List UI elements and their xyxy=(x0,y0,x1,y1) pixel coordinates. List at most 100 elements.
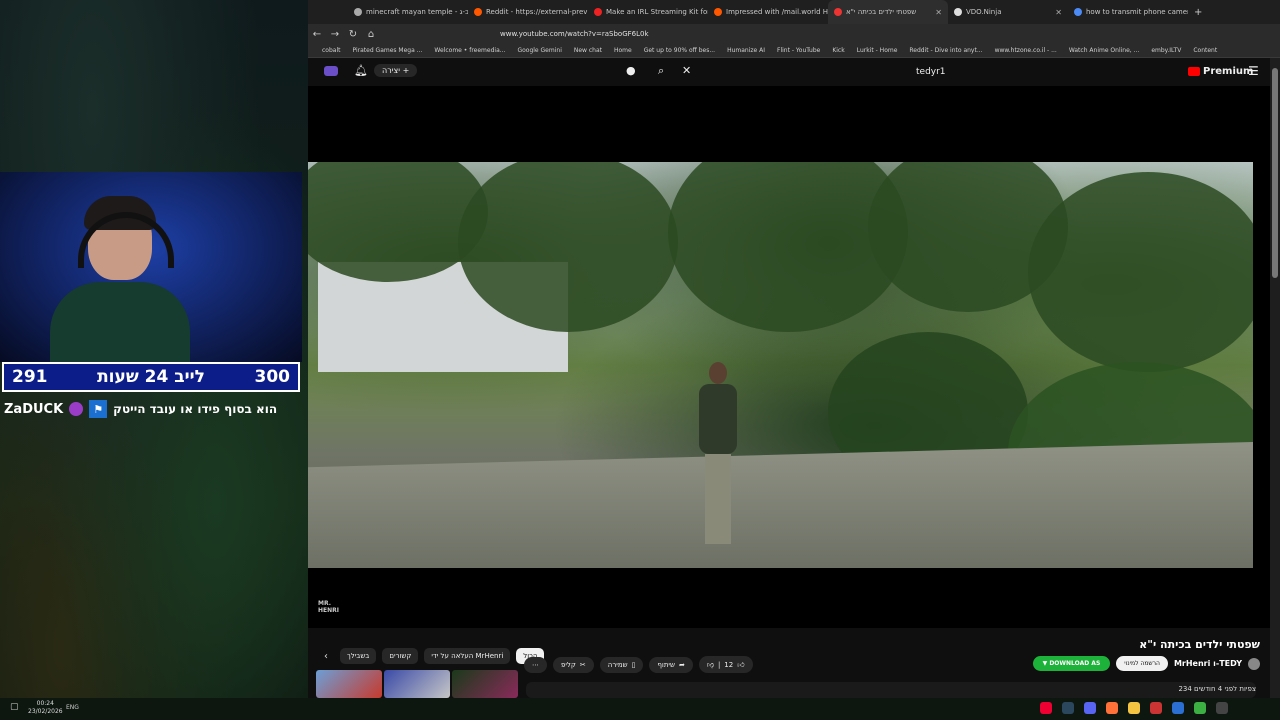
home-icon[interactable]: ⌂ xyxy=(362,29,380,40)
bookmarks-bar: cobalt Pirated Games Mega ... Welcome • … xyxy=(308,44,1280,58)
bookmark[interactable]: Reddit - Dive into anyt... xyxy=(909,47,982,54)
firefox-icon[interactable] xyxy=(1106,702,1118,714)
back-icon[interactable]: ← xyxy=(308,29,326,40)
notifications-icon[interactable]: ▢ xyxy=(10,702,19,712)
youtube-premium-logo[interactable]: Premium xyxy=(1188,66,1253,77)
subscribe-button[interactable]: הרשמה למינוי xyxy=(1116,656,1168,671)
related-thumbnails xyxy=(316,670,518,698)
language-indicator[interactable]: ENG xyxy=(66,704,79,711)
webcam-feed xyxy=(0,172,302,362)
dislike-icon[interactable]: 👎︎ xyxy=(707,660,714,669)
tab-5[interactable]: VDO.Ninja ✕ xyxy=(948,0,1068,24)
channel-watermark: MR. HENRI xyxy=(318,600,339,614)
bookmark[interactable]: Flint - YouTube xyxy=(777,47,820,54)
bookmark[interactable]: emby.ILTV xyxy=(1151,47,1181,54)
like-dislike-button[interactable]: 👎︎ | 12 👍︎ xyxy=(698,656,753,673)
scrollbar-thumb[interactable] xyxy=(1272,68,1278,278)
bookmark[interactable]: cobalt xyxy=(322,47,340,54)
stream-overlay: 291 לייב 24 שעות 300 ZaDUCK ⚑ הוא בסוף פ… xyxy=(0,0,308,720)
close-icon[interactable]: ✕ xyxy=(1055,8,1062,17)
reload-icon[interactable]: ↻ xyxy=(344,29,362,40)
obs-icon[interactable] xyxy=(1150,702,1162,714)
account-avatar[interactable] xyxy=(324,66,338,76)
walking-person xyxy=(693,362,743,552)
bell-icon[interactable]: 🔔︎ xyxy=(354,64,368,77)
share-button[interactable]: שיתוף ➦ xyxy=(649,656,693,673)
tab-6[interactable]: how to transmit phone camera✕ xyxy=(1068,0,1188,24)
menu-icon[interactable]: ☰ xyxy=(1248,64,1259,78)
channel-avatar[interactable] xyxy=(1248,657,1260,670)
share-icon: ➦ xyxy=(678,660,685,669)
bookmark[interactable]: Content xyxy=(1193,47,1217,54)
tab-favicon xyxy=(354,8,362,16)
tab-0[interactable]: minecraft mayan temple - ב-ג✕ xyxy=(348,0,468,24)
url-field[interactable]: www.youtube.com/watch?v=raSboGF6L0k xyxy=(500,30,649,38)
tab-favicon xyxy=(594,8,602,16)
google-icon xyxy=(1074,8,1082,16)
app-icon[interactable] xyxy=(1040,702,1052,714)
folder-icon[interactable] xyxy=(1128,702,1140,714)
tab-strip: minecraft mayan temple - ב-ג✕ Reddit - h… xyxy=(308,0,1280,24)
address-bar: ← → ↻ ⌂ www.youtube.com/watch?v=raSboGF6… xyxy=(308,24,1280,44)
video-frame[interactable] xyxy=(308,162,1253,568)
chip-uploaded-by[interactable]: העלאה על ידי MrHenri xyxy=(424,648,511,664)
video-player[interactable]: MR. HENRI xyxy=(308,86,1270,628)
bookmark[interactable]: Welcome • freemedia... xyxy=(434,47,505,54)
bookmark[interactable]: Humanize AI xyxy=(727,47,765,54)
youtube-icon xyxy=(834,8,842,16)
chip-for-you[interactable]: בשבילך xyxy=(340,648,377,664)
clear-search-icon[interactable]: ✕ xyxy=(682,64,691,77)
description-box[interactable] xyxy=(526,682,1256,698)
chevron-left-icon[interactable]: ‹ xyxy=(318,651,334,662)
bookmark[interactable]: Kick xyxy=(832,47,844,54)
steam-icon[interactable] xyxy=(1062,702,1074,714)
save-button[interactable]: שמירה ▯ xyxy=(599,656,644,673)
tab-2[interactable]: Make an IRL Streaming Kit for✕ xyxy=(588,0,708,24)
video-actions: ⋯ קליפ ✂ שמירה ▯ שיתוף ➦ 👎︎ | 12 👍︎ xyxy=(524,656,753,673)
page-scrollbar[interactable] xyxy=(1270,58,1280,698)
related-thumbnail[interactable] xyxy=(384,670,450,698)
discord-icon[interactable] xyxy=(1084,702,1096,714)
close-icon[interactable]: ✕ xyxy=(935,8,942,17)
tier-badge-icon: ⚑ xyxy=(89,400,108,418)
bookmark[interactable]: Get up to 90% off bes... xyxy=(644,47,715,54)
system-clock[interactable]: 00:24 23/02/2026 xyxy=(28,700,63,716)
reddit-icon xyxy=(474,8,482,16)
forward-icon[interactable]: → xyxy=(326,29,344,40)
more-button[interactable]: ⋯ xyxy=(524,656,547,673)
bookmark[interactable]: Watch Anime Online, ... xyxy=(1069,47,1140,54)
clip-button[interactable]: קליפ ✂ xyxy=(553,656,594,673)
new-tab-icon[interactable]: + xyxy=(1188,7,1208,18)
chat-username: ZaDUCK xyxy=(4,401,64,417)
tab-3[interactable]: Impressed with /mail.world Ho✕ xyxy=(708,0,828,24)
related-thumbnail[interactable] xyxy=(452,670,518,698)
footpath xyxy=(308,442,1253,568)
tab-favicon xyxy=(954,8,962,16)
channel-name[interactable]: MrHenri ו-TEDY xyxy=(1174,659,1242,668)
download-button[interactable]: ▼ DOWNLOAD AS xyxy=(1032,656,1111,671)
create-button[interactable]: יצירה + xyxy=(374,64,418,77)
scissors-icon: ✂ xyxy=(579,660,586,669)
app-icon[interactable] xyxy=(1194,702,1206,714)
app-icon[interactable] xyxy=(1216,702,1228,714)
browser-window: minecraft mayan temple - ב-ג✕ Reddit - h… xyxy=(308,0,1280,720)
tab-4[interactable]: שפטתי ילדים בכיתה י"א ✕ xyxy=(828,0,948,24)
bookmark[interactable]: New chat xyxy=(574,47,602,54)
related-thumbnail[interactable] xyxy=(316,670,382,698)
bookmark[interactable]: Home xyxy=(614,47,632,54)
taskbar-apps xyxy=(1040,702,1228,714)
like-icon[interactable]: 👍︎ xyxy=(737,660,744,669)
banner-title: לייב 24 שעות xyxy=(97,367,205,387)
youtube-header: 🔔︎ יצירה + ● ⌕ ✕ tedyr1 Premium ☰ xyxy=(308,58,1270,86)
tab-1[interactable]: Reddit - https://external-previ✕ xyxy=(468,0,588,24)
bookmark[interactable]: Google Gemini xyxy=(517,47,561,54)
chip-related[interactable]: קשורים xyxy=(382,648,419,664)
search-icon[interactable]: ⌕ xyxy=(658,64,664,78)
sub-badge-icon xyxy=(69,402,84,416)
search-input[interactable]: tedyr1 xyxy=(916,67,946,77)
app-icon[interactable] xyxy=(1172,702,1184,714)
bookmark[interactable]: Lurkit - Home xyxy=(857,47,898,54)
bookmark[interactable]: www.htzone.co.il - ... xyxy=(995,47,1057,54)
mic-icon[interactable]: ● xyxy=(626,64,636,77)
bookmark[interactable]: Pirated Games Mega ... xyxy=(352,47,422,54)
